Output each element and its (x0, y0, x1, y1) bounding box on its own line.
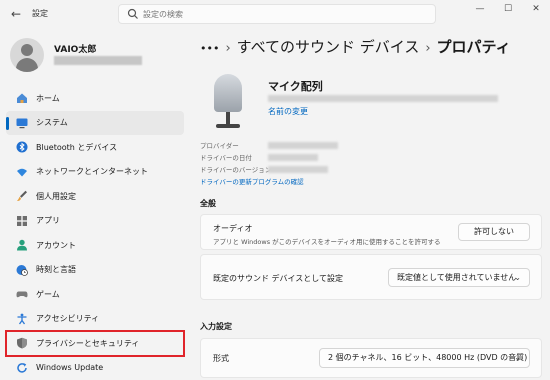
sidebar-item-system[interactable]: システム (6, 110, 184, 135)
search-box[interactable] (118, 4, 436, 24)
window-controls: — ☐ ✕ (466, 0, 550, 20)
brush-icon (17, 191, 27, 202)
sidebar-item-label: 個人用設定 (36, 191, 76, 201)
sidebar-item-label: アクセシビリティ (36, 314, 100, 324)
sidebar-item-label: ゲーム (36, 289, 60, 299)
update-icon (17, 362, 27, 373)
sidebar-item-label: 時刻と言語 (36, 265, 76, 275)
default-device-card: 既定のサウンド デバイスとして設定 既定値として使用されていません ⌄ (200, 254, 542, 300)
sidebar-item-label: システム (36, 118, 68, 128)
sidebar-item-bluetooth[interactable]: Bluetooth とデバイス (6, 135, 184, 160)
back-arrow-icon[interactable]: ← (8, 6, 24, 22)
device-name: マイク配列 (268, 80, 323, 93)
format-value: 2 個のチャネル、16 ビット、48000 Hz (DVD の音質) (328, 353, 528, 362)
system-icon (16, 118, 28, 128)
sidebar-item-personalization[interactable]: 個人用設定 (6, 184, 184, 209)
redacted-driver-version-value (268, 166, 328, 173)
audio-description: アプリと Windows がこのデバイスをオーディオ用に使用することを許可する (213, 238, 441, 246)
driver-properties: プロバイダー ドライバーの日付 ドライバーのバージョン (200, 140, 271, 176)
sidebar-item-label: Bluetooth とデバイス (36, 142, 118, 152)
chevron-right-icon: › (425, 41, 431, 56)
user-name: VAIO太郎 (54, 45, 97, 55)
page-title: プロパティ (436, 38, 511, 56)
sidebar-item-accounts[interactable]: アカウント (6, 233, 184, 258)
sidebar-item-label: ホーム (36, 93, 60, 103)
accessibility-icon (17, 313, 27, 325)
sidebar-item-label: Windows Update (36, 363, 104, 373)
app-title: 設定 (32, 9, 48, 18)
sidebar-item-label: プライバシーとセキュリティ (36, 338, 140, 348)
main-content: ••• › すべてのサウンド デバイス › プロパティ マイク配列 名前の変更 プロバイ… (190, 28, 550, 380)
maximize-button[interactable]: ☐ (494, 0, 522, 20)
redacted-email (54, 56, 142, 65)
sidebar-item-label: ネットワークとインターネット (36, 167, 148, 177)
chevron-down-icon: ⌄ (514, 273, 521, 282)
sidebar-item-home[interactable]: ホーム (6, 86, 184, 111)
sidebar-item-windows-update[interactable]: Windows Update (6, 356, 184, 380)
sidebar: VAIO太郎 ホーム システム Bluetooth とデバイス ネットワークとイ… (0, 28, 190, 380)
sidebar-item-privacy-security[interactable]: プライバシーとセキュリティ (5, 330, 185, 357)
provider-label: プロバイダー (200, 142, 239, 150)
home-icon (17, 93, 27, 104)
breadcrumb-more-button[interactable]: ••• (200, 42, 219, 55)
search-icon (127, 8, 138, 19)
sidebar-item-label: アカウント (36, 240, 76, 250)
redacted-driver-date-value (268, 154, 318, 161)
rename-link[interactable]: 名前の変更 (268, 106, 308, 117)
audio-title: オーディオ (213, 224, 253, 233)
sidebar-item-apps[interactable]: アプリ (6, 209, 184, 234)
driver-version-label: ドライバーのバージョン (200, 166, 272, 174)
shield-icon (17, 338, 27, 349)
driver-update-link[interactable]: ドライバーの更新プログラムの確認 (200, 176, 304, 186)
avatar (10, 38, 44, 72)
account-icon (17, 240, 27, 251)
redacted-provider-value (268, 142, 338, 149)
default-device-dropdown[interactable]: 既定値として使用されていません ⌄ (388, 268, 530, 287)
title-bar: ← 設定 — ☐ ✕ (0, 0, 550, 28)
redacted-device-id (268, 95, 498, 102)
section-title-general: 全般 (200, 199, 216, 208)
driver-date-label: ドライバーの日付 (200, 154, 252, 162)
sidebar-item-time-language[interactable]: 時刻と言語 (6, 258, 184, 283)
sidebar-nav: ホーム システム Bluetooth とデバイス ネットワークとインターネット … (5, 86, 185, 380)
globe-clock-icon (16, 264, 28, 276)
chevron-right-icon: › (225, 41, 231, 56)
breadcrumb-parent-link[interactable]: すべてのサウンド デバイス (237, 38, 420, 56)
apps-icon (17, 215, 27, 226)
gamepad-icon (16, 291, 28, 298)
sidebar-item-accessibility[interactable]: アクセシビリティ (6, 307, 184, 332)
sidebar-item-gaming[interactable]: ゲーム (6, 282, 184, 307)
sidebar-item-network[interactable]: ネットワークとインターネット (6, 160, 184, 185)
close-button[interactable]: ✕ (522, 0, 550, 20)
breadcrumb: ••• › すべてのサウンド デバイス › プロパティ (200, 36, 511, 57)
default-device-label: 既定のサウンド デバイスとして設定 (213, 274, 344, 283)
default-device-value: 既定値として使用されていません (397, 273, 517, 282)
format-card: 形式 2 個のチャネル、16 ビット、48000 Hz (DVD の音質) ⌄ (200, 338, 542, 378)
user-profile[interactable]: VAIO太郎 (10, 38, 185, 78)
chevron-down-icon: ⌄ (514, 353, 521, 362)
format-dropdown[interactable]: 2 個のチャネル、16 ビット、48000 Hz (DVD の音質) ⌄ (319, 348, 530, 368)
section-title-input-settings: 入力設定 (200, 322, 232, 331)
sidebar-item-label: アプリ (36, 216, 60, 226)
bluetooth-icon (16, 141, 28, 153)
microphone-icon (212, 74, 244, 132)
search-input[interactable] (143, 7, 423, 21)
wifi-icon (17, 168, 27, 177)
format-label: 形式 (213, 354, 229, 363)
disallow-button[interactable]: 許可しない (458, 223, 530, 241)
minimize-button[interactable]: — (466, 0, 494, 20)
audio-permission-card: オーディオ アプリと Windows がこのデバイスをオーディオ用に使用すること… (200, 214, 542, 250)
